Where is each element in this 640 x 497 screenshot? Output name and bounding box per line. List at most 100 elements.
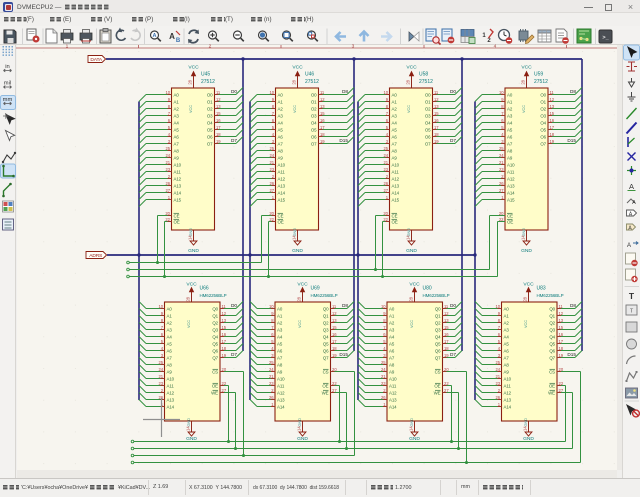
svg-text:A13: A13 (507, 183, 515, 188)
svg-text:VCC: VCC (189, 105, 193, 113)
svg-text:A6: A6 (507, 134, 513, 139)
svg-text:A14: A14 (277, 404, 285, 409)
svg-text:A9: A9 (174, 155, 180, 160)
svg-text:VCC: VCC (187, 320, 191, 328)
svg-text:GND: GND (188, 248, 199, 254)
svg-text:A6: A6 (278, 134, 284, 139)
svg-text:CE: CE (507, 213, 513, 218)
svg-text:Q0: Q0 (435, 306, 441, 311)
svg-text:A5: A5 (504, 341, 510, 346)
svg-text:OE: OE (392, 219, 398, 224)
svg-text:HM62256BLP: HM62256BLP (200, 293, 227, 298)
svg-text:A2: A2 (504, 320, 510, 325)
svg-text:A4: A4 (392, 120, 398, 125)
svg-text:18: 18 (550, 132, 555, 137)
svg-text:A: A (169, 32, 175, 41)
svg-text:A6: A6 (277, 348, 283, 353)
svg-text:13: 13 (444, 318, 449, 323)
svg-text:23: 23 (270, 167, 275, 172)
svg-text:D7: D7 (450, 352, 456, 357)
svg-text:A3: A3 (389, 327, 395, 332)
svg-text:D0: D0 (450, 89, 456, 94)
svg-text:A8: A8 (278, 148, 284, 153)
svg-text:A4: A4 (278, 120, 284, 125)
svg-text:A12: A12 (278, 176, 286, 181)
svg-text:O1: O1 (425, 99, 431, 104)
svg-text:19: 19 (222, 353, 227, 358)
svg-text:26: 26 (496, 395, 501, 400)
svg-text:O7: O7 (311, 141, 317, 146)
svg-text:18: 18 (320, 132, 325, 137)
svg-text:10: 10 (384, 90, 389, 95)
svg-text:19: 19 (559, 353, 564, 358)
svg-text:O1: O1 (540, 99, 546, 104)
svg-text:Q4: Q4 (435, 334, 441, 339)
svg-text:GND: GND (406, 248, 417, 254)
svg-text:27: 27 (166, 188, 171, 193)
svg-text:A3: A3 (277, 327, 283, 332)
svg-text:GND: GND (521, 248, 532, 254)
svg-text:A11: A11 (389, 383, 397, 388)
svg-text:22: 22 (269, 217, 274, 222)
svg-text:U66: U66 (200, 286, 209, 292)
svg-text:O2: O2 (207, 106, 213, 111)
svg-text:27: 27 (270, 188, 275, 193)
svg-text:15: 15 (559, 325, 564, 330)
svg-text:O5: O5 (311, 127, 317, 132)
svg-text:28: 28 (405, 79, 410, 84)
svg-text:19: 19 (550, 139, 555, 144)
svg-text:21: 21 (499, 160, 504, 165)
svg-text:VCC: VCC (409, 282, 420, 288)
svg-text:GND: GND (407, 228, 411, 237)
svg-text:10: 10 (269, 304, 274, 309)
svg-text:VCC: VCC (406, 65, 417, 71)
svg-text:GND: GND (293, 228, 297, 237)
svg-text:27512: 27512 (534, 79, 548, 85)
svg-text:VCC: VCC (293, 105, 297, 113)
svg-text:16: 16 (320, 118, 325, 123)
svg-text:O4: O4 (540, 120, 546, 125)
svg-text:OE: OE (507, 219, 513, 224)
svg-text:28: 28 (291, 79, 296, 84)
svg-text:26: 26 (381, 395, 386, 400)
svg-text:CE: CE (278, 213, 284, 218)
svg-text:23: 23 (499, 167, 504, 172)
svg-text:A0: A0 (392, 92, 398, 97)
svg-text:A12: A12 (507, 176, 515, 181)
svg-text:A2: A2 (507, 106, 513, 111)
svg-text:17: 17 (216, 125, 221, 130)
svg-text:2: 2 (209, 44, 212, 50)
svg-text:A: A (632, 200, 636, 206)
svg-text:26: 26 (270, 181, 275, 186)
svg-text:A8: A8 (167, 362, 173, 367)
svg-text:O4: O4 (425, 120, 431, 125)
svg-text:24: 24 (269, 367, 274, 372)
svg-text:WE: WE (211, 390, 218, 395)
svg-text:A9: A9 (507, 155, 513, 160)
svg-text:13: 13 (320, 104, 325, 109)
svg-text:A2: A2 (174, 106, 180, 111)
svg-text:25: 25 (269, 360, 274, 365)
svg-text:A6: A6 (174, 134, 180, 139)
svg-text:A1: A1 (389, 313, 395, 318)
svg-text:A0: A0 (174, 92, 180, 97)
svg-text:Q5: Q5 (212, 341, 218, 346)
svg-text:O7: O7 (425, 141, 431, 146)
svg-text:A4: A4 (507, 120, 513, 125)
svg-text:Q1: Q1 (212, 313, 218, 318)
svg-text:CS: CS (549, 369, 555, 374)
svg-text:25: 25 (499, 146, 504, 151)
svg-text:25: 25 (384, 146, 389, 151)
svg-text:13: 13 (222, 318, 227, 323)
svg-text:CE: CE (392, 213, 398, 218)
svg-text:28: 28 (408, 296, 413, 301)
svg-text:A9: A9 (389, 369, 395, 374)
svg-text:A13: A13 (174, 183, 182, 188)
svg-text:24: 24 (166, 153, 171, 158)
svg-text:13: 13 (216, 104, 221, 109)
svg-text:Q2: Q2 (212, 320, 218, 325)
svg-text:O4: O4 (311, 120, 317, 125)
svg-text:A6: A6 (392, 134, 398, 139)
svg-text:18: 18 (222, 346, 227, 351)
svg-text:16: 16 (434, 118, 439, 123)
